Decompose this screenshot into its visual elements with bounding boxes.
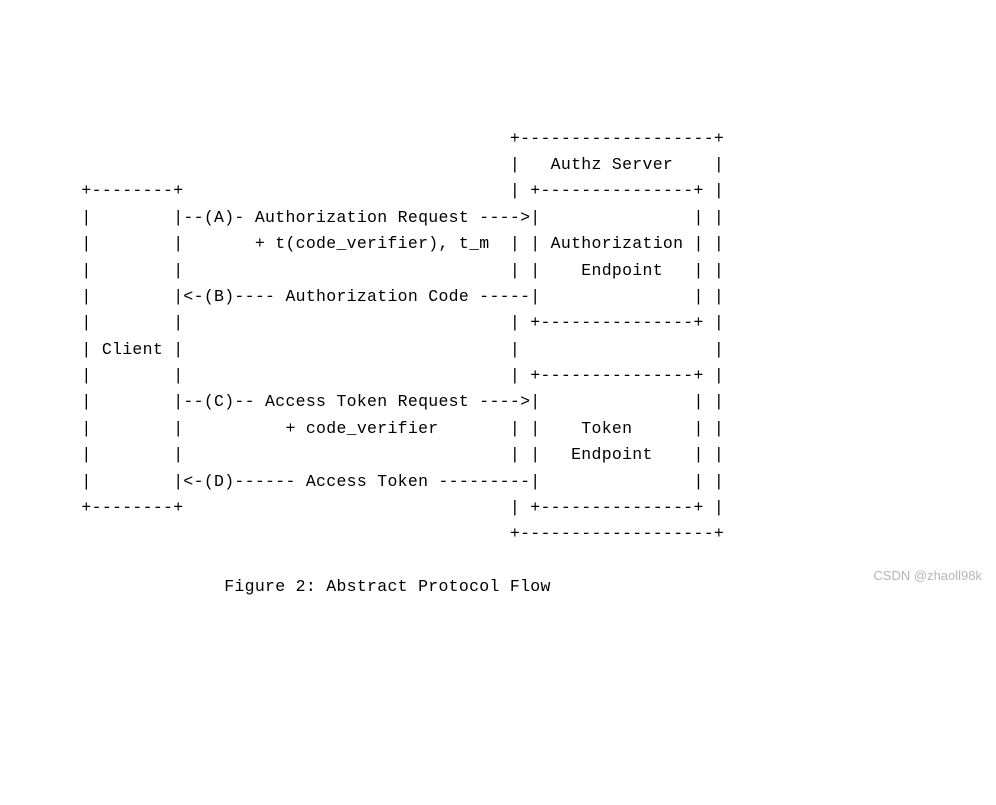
diagram-line-14: +--------+ | +---------------+ |: [10, 498, 724, 517]
diagram-line-1: | Authz Server |: [10, 155, 724, 174]
diagram-line-11: | | + code_verifier | | Token | |: [10, 419, 724, 438]
protocol-flow-diagram: +-------------------+ | Authz Server | +…: [0, 106, 996, 621]
diagram-line-2: +--------+ | +---------------+ |: [10, 181, 724, 200]
diagram-caption: Figure 2: Abstract Protocol Flow: [10, 577, 551, 596]
diagram-line-12: | | | | Endpoint | |: [10, 445, 724, 464]
diagram-line-3: | |--(A)- Authorization Request ---->| |…: [10, 208, 724, 227]
diagram-line-13: | |<-(D)------ Access Token ---------| |…: [10, 472, 724, 491]
watermark-text: CSDN @zhaoll98k: [873, 566, 982, 587]
diagram-line-7: | | | +---------------+ |: [10, 313, 724, 332]
diagram-line-8: | Client | | |: [10, 340, 724, 359]
diagram-line-0: +-------------------+: [10, 129, 724, 148]
diagram-line-5: | | | | Endpoint | |: [10, 261, 724, 280]
diagram-line-10: | |--(C)-- Access Token Request ---->| |…: [10, 392, 724, 411]
diagram-line-9: | | | +---------------+ |: [10, 366, 724, 385]
diagram-line-15: +-------------------+: [10, 524, 724, 543]
diagram-line-4: | | + t(code_verifier), t_m | | Authoriz…: [10, 234, 724, 253]
diagram-line-6: | |<-(B)---- Authorization Code -----| |…: [10, 287, 724, 306]
